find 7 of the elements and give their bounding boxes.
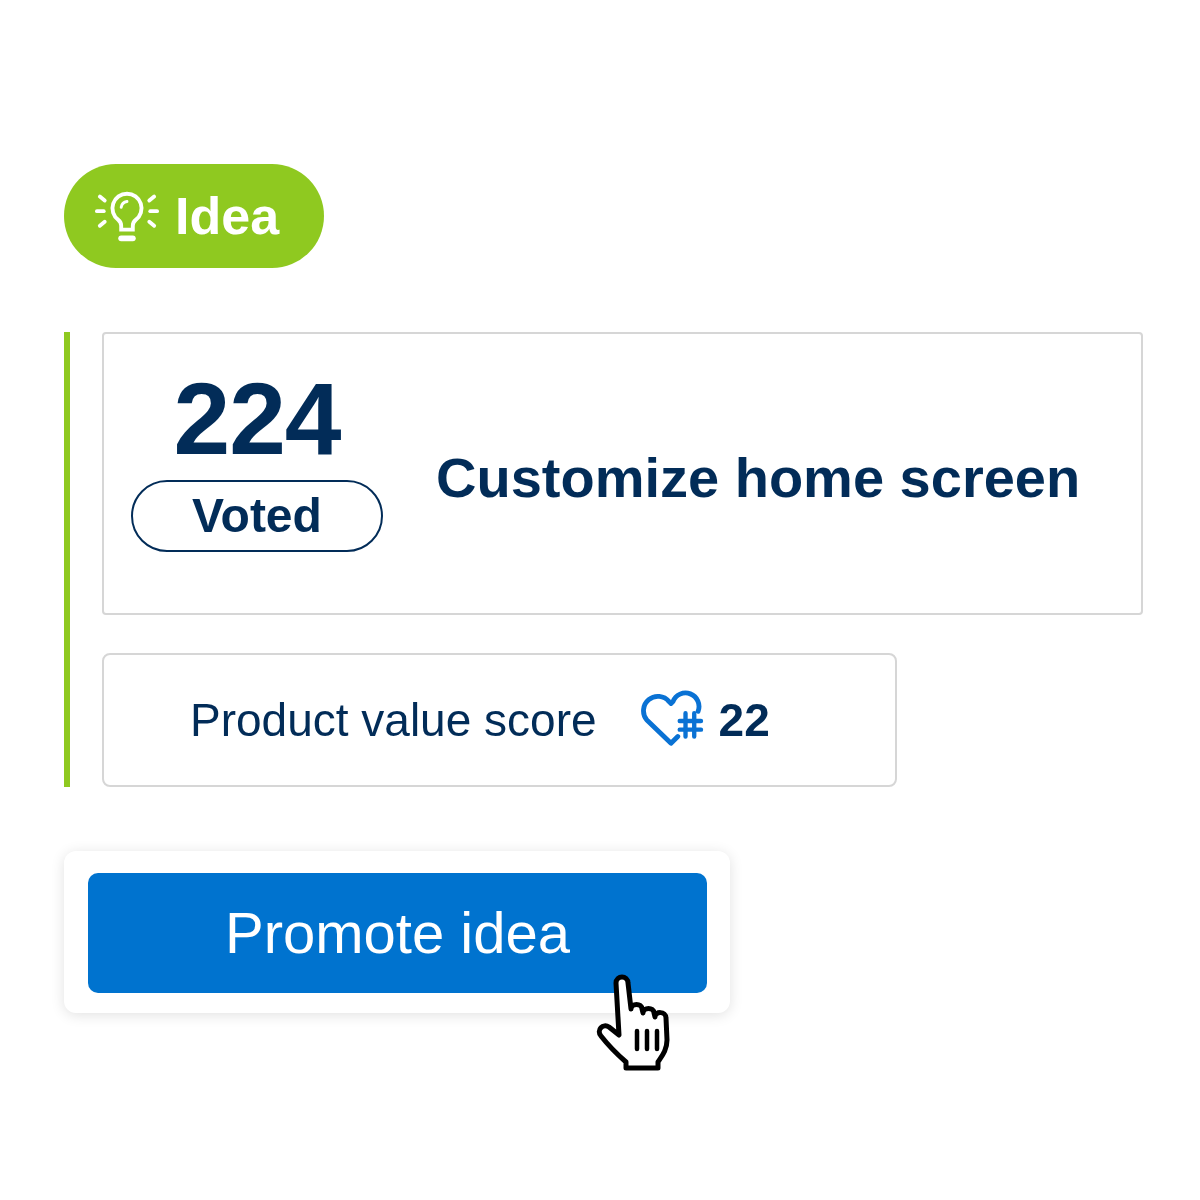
promote-idea-button[interactable]: Promote idea — [88, 873, 707, 993]
voted-button[interactable]: Voted — [131, 480, 383, 552]
score-value: 22 — [718, 697, 770, 743]
tag-label: Idea — [175, 190, 280, 242]
score-label: Product value score — [190, 697, 597, 743]
vote-count: 224 — [173, 368, 341, 470]
idea-title: Customize home screen — [436, 450, 1081, 506]
